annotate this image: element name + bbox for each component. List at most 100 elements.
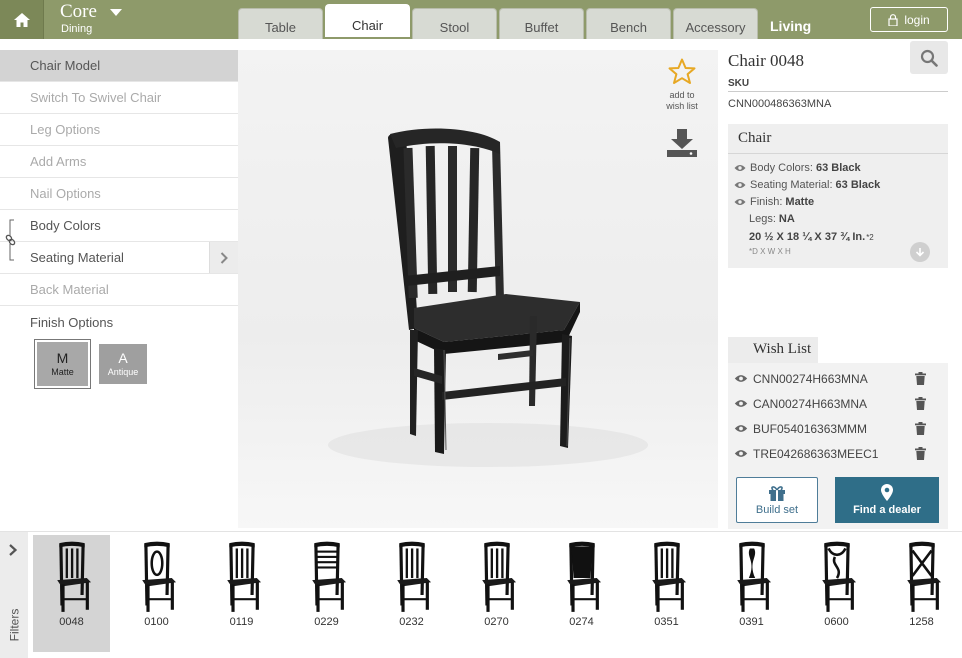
chevron-right-icon [9,544,18,556]
finish-swatch-antique[interactable]: A Antique [99,344,147,384]
option-back-material[interactable]: Back Material [0,274,238,306]
divider [728,91,948,92]
chair-render [328,128,648,467]
chair-thumbnail-image [566,541,601,612]
home-button[interactable] [0,0,44,39]
eye-icon[interactable] [734,374,748,383]
product-viewer[interactable] [238,50,718,528]
caret-down-icon[interactable] [110,9,122,16]
option-leg-options[interactable]: Leg Options [0,114,238,146]
model-number: 0229 [314,616,339,628]
model-thumbnail[interactable]: 0391 [713,535,790,652]
chevron-right-icon [220,251,228,264]
product-details-panel: Chair 0048 SKU CNN000486363MNA Chair Bod… [718,39,962,530]
model-number: 0600 [824,616,849,628]
arrow-down-icon [915,248,925,257]
find-dealer-button[interactable]: Find a dealer [835,477,939,523]
model-thumbnail[interactable]: 0119 [203,535,280,652]
dimensions-note: *2 [866,232,874,242]
wishlist-item-code[interactable]: CNN00274H663MNA [753,372,915,386]
sku-value: CNN000486363MNA [728,98,832,110]
model-thumbnail[interactable]: 0232 [373,535,450,652]
spec-value: 63 Black [815,161,861,174]
model-thumbnail[interactable]: 0600 [798,535,875,652]
build-set-button[interactable]: Build set [736,477,818,523]
expand-button[interactable] [209,242,238,273]
tab-table[interactable]: Table [238,8,323,39]
eye-icon[interactable] [734,424,748,433]
tab-buffet[interactable]: Buffet [499,8,584,39]
login-button[interactable]: login [870,7,948,32]
spec-value: Matte [785,195,815,208]
option-swivel-chair[interactable]: Switch To Swivel Chair [0,82,238,114]
collection-title: Core [60,1,97,22]
eye-icon[interactable] [734,181,746,189]
model-thumbnail[interactable]: 0274 [543,535,620,652]
option-body-colors-label: Body Colors [30,218,101,233]
map-pin-icon [881,484,893,501]
model-number: 1258 [909,616,934,628]
scroll-down-button[interactable] [910,242,930,262]
finish-swatches: M Matte A Antique [34,339,147,389]
tab-living[interactable]: Living [770,18,811,34]
option-chair-model[interactable]: Chair Model [0,50,238,82]
model-number: 0100 [144,616,169,628]
download-button[interactable] [666,128,698,158]
option-body-colors[interactable]: Body Colors [0,210,238,261]
option-nail-options[interactable]: Nail Options [0,178,238,210]
swatch-name: Antique [107,367,139,377]
trash-icon[interactable] [915,422,926,435]
spec-label: Finish: [750,195,783,208]
chair-thumbnail-image [481,541,516,612]
wishlist-item: CAN00274H663MNA [728,391,948,416]
spec-finish: Finish: Matte [728,193,948,210]
collection-selector[interactable]: Core Dining [60,2,97,36]
search-button[interactable] [910,41,948,74]
model-thumbnail[interactable]: 0048 [33,535,110,652]
finish-swatch-matte[interactable]: M Matte [34,339,91,389]
model-number: 0351 [654,616,679,628]
options-panel: Chair Model Switch To Swivel Chair Leg O… [0,50,238,530]
model-number: 0119 [229,616,254,628]
spec-legs: Legs: NA [728,210,948,227]
eye-icon[interactable] [734,164,746,172]
add-to-wishlist-label-line1: add to [669,90,695,100]
sku-label: SKU [728,78,750,89]
spec-title: Chair [728,124,948,154]
spec-card: Chair Body Colors: 63 Black Seating Mate… [728,124,948,268]
swatch-name: Matte [51,367,74,377]
tab-accessory[interactable]: Accessory [673,8,758,39]
option-finish-options: Finish Options [30,314,114,330]
wishlist-item-code[interactable]: CAN00274H663MNA [753,397,915,411]
trash-icon[interactable] [915,397,926,410]
tab-bench[interactable]: Bench [586,8,671,39]
eye-icon[interactable] [734,198,746,206]
tab-stool[interactable]: Stool [412,8,497,39]
trash-icon[interactable] [915,372,926,385]
find-dealer-label: Find a dealer [853,504,921,516]
model-number: 0391 [739,616,764,628]
wishlist-item-code[interactable]: TRE042686363MEEC1 [753,447,915,461]
chair-thumbnail-image [311,541,346,612]
filters-toggle[interactable]: Filters [0,532,28,658]
model-thumbnail[interactable]: 0351 [628,535,705,652]
eye-icon[interactable] [734,399,748,408]
option-seating-material[interactable]: Seating Material [0,242,238,274]
model-number: 0048 [59,616,84,628]
home-icon [13,12,30,27]
search-icon [920,49,938,67]
model-thumbnail[interactable]: 1258 [883,535,960,652]
model-thumbnail[interactable]: 0100 [118,535,195,652]
top-bar: Core Dining Table Chair Stool Buffet Ben… [0,0,962,39]
chair-thumbnail-image [651,541,686,612]
model-thumbnail[interactable]: 0229 [288,535,365,652]
chair-thumbnail-image [56,541,91,612]
trash-icon[interactable] [915,447,926,460]
model-thumbnail[interactable]: 0270 [458,535,535,652]
tab-chair[interactable]: Chair [325,4,410,37]
eye-icon[interactable] [734,449,748,458]
add-to-wishlist-button[interactable]: add to wish list [664,58,700,112]
option-add-arms[interactable]: Add Arms [0,146,238,178]
chair-thumbnail-image [396,541,431,612]
wishlist-item-code[interactable]: BUF054016363MMM [753,422,915,436]
